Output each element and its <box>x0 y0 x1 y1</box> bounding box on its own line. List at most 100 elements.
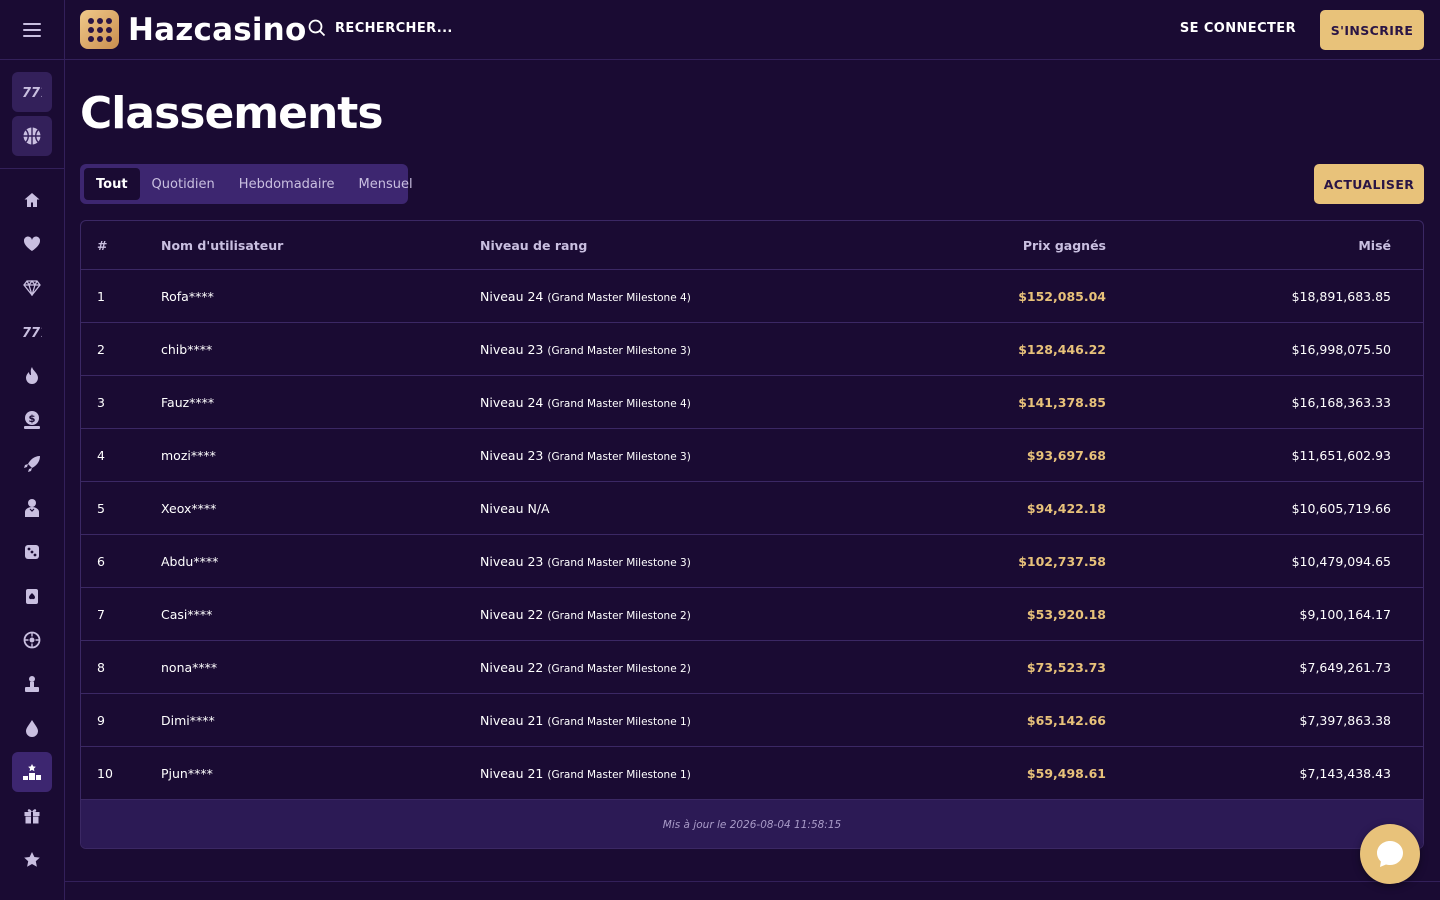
sidebar-item-hot[interactable] <box>12 356 52 396</box>
wagered-cell: $16,998,075.50 <box>1291 341 1391 357</box>
level-value: Niveau N/A <box>480 500 550 516</box>
column-rank[interactable]: # <box>81 238 161 253</box>
home-icon <box>23 191 41 209</box>
menu-button[interactable] <box>0 0 64 60</box>
period-tabs: Tout Quotidien Hebdomadaire Mensuel <box>80 164 413 204</box>
casino-category-button[interactable]: 777 <box>12 72 52 112</box>
live-chat-button[interactable] <box>1360 824 1420 884</box>
table-row: 8 nona**** Niveau 22 (Grand Master Miles… <box>81 641 1423 694</box>
rank-cell: 9 <box>97 712 105 728</box>
prize-cell: $59,498.61 <box>1026 765 1106 781</box>
level-value: Niveau 23 <box>480 447 544 463</box>
brand-logo[interactable]: Hazcasino <box>80 10 306 49</box>
wagered-cell: $9,100,164.17 <box>1299 606 1391 622</box>
level-cell: Niveau N/A <box>480 501 810 516</box>
table-row: 5 Xeox**** Niveau N/A $94,422.18 $10,605… <box>81 482 1423 535</box>
level-milestone: (Grand Master Milestone 3) <box>547 450 691 463</box>
dice-icon <box>23 543 41 561</box>
sidebar-item-home[interactable] <box>12 180 52 220</box>
username-cell: Fauz**** <box>161 394 215 410</box>
level-milestone: (Grand Master Milestone 3) <box>547 556 691 569</box>
level-cell: Niveau 23 (Grand Master Milestone 3) <box>480 342 810 357</box>
sidebar-item-rewards[interactable] <box>12 840 52 880</box>
slots-icon: 777 <box>22 325 42 339</box>
slots-icon: 777 <box>22 85 42 99</box>
signup-button[interactable]: S'INSCRIRE <box>1320 10 1424 50</box>
wagered-cell: $7,397,863.38 <box>1299 712 1391 728</box>
sidebar-item-crash[interactable] <box>12 444 52 484</box>
svg-text:777: 777 <box>22 86 42 99</box>
table-row: 10 Pjun**** Niveau 21 (Grand Master Mile… <box>81 747 1423 800</box>
table-row: 4 mozi**** Niveau 23 (Grand Master Miles… <box>81 429 1423 482</box>
prize-cell: $152,085.04 <box>1018 288 1106 304</box>
rank-cell: 7 <box>97 606 105 622</box>
username-cell: Abdu**** <box>161 553 219 569</box>
rank-cell: 5 <box>97 500 105 516</box>
level-cell: Niveau 24 (Grand Master Milestone 4) <box>480 395 810 410</box>
sidebar-divider <box>0 168 64 169</box>
prize-cell: $141,378.85 <box>1018 394 1106 410</box>
column-username[interactable]: Nom d'utilisateur <box>161 238 480 253</box>
tab-all[interactable]: Tout <box>84 168 140 200</box>
leaderboard-table: # Nom d'utilisateur Niveau de rang Prix … <box>80 220 1424 849</box>
table-row: 3 Fauz**** Niveau 24 (Grand Master Miles… <box>81 376 1423 429</box>
column-prizes-won[interactable]: Prix gagnés <box>810 238 1106 253</box>
search-button[interactable]: RECHERCHER... <box>308 19 453 37</box>
table-row: 9 Dimi**** Niveau 21 (Grand Master Miles… <box>81 694 1423 747</box>
rank-cell: 2 <box>97 341 105 357</box>
refresh-button[interactable]: ACTUALISER <box>1314 164 1424 204</box>
table-header: # Nom d'utilisateur Niveau de rang Prix … <box>81 221 1423 270</box>
level-cell: Niveau 22 (Grand Master Milestone 2) <box>480 607 810 622</box>
sidebar-item-promotions[interactable] <box>12 796 52 836</box>
sidebar-item-originals[interactable] <box>12 708 52 748</box>
tab-weekly[interactable]: Hebdomadaire <box>227 168 347 200</box>
column-rank-level[interactable]: Niveau de rang <box>480 238 810 253</box>
sports-category-button[interactable] <box>12 116 52 156</box>
wagered-cell: $10,479,094.65 <box>1291 553 1391 569</box>
level-milestone: (Grand Master Milestone 4) <box>547 291 691 304</box>
username-cell: mozi**** <box>161 447 216 463</box>
rank-cell: 4 <box>97 447 105 463</box>
podium-figure-icon <box>23 675 41 693</box>
last-updated-footer: Mis à jour le 2026-08-04 11:58:15 <box>81 800 1423 848</box>
column-wagered[interactable]: Misé <box>1106 238 1407 253</box>
tab-daily[interactable]: Quotidien <box>140 168 227 200</box>
level-cell: Niveau 21 (Grand Master Milestone 1) <box>480 766 810 781</box>
sidebar-item-vip[interactable] <box>12 268 52 308</box>
prize-cell: $65,142.66 <box>1026 712 1106 728</box>
level-milestone: (Grand Master Milestone 4) <box>547 397 691 410</box>
rank-cell: 1 <box>97 288 105 304</box>
svg-text:$: $ <box>29 414 36 425</box>
login-button[interactable]: SE CONNECTER <box>1180 21 1296 36</box>
sidebar: 777 777 <box>0 0 65 900</box>
search-icon <box>308 19 326 37</box>
username-cell: Xeox**** <box>161 500 217 516</box>
prize-cell: $53,920.18 <box>1026 606 1106 622</box>
level-value: Niveau 22 <box>480 659 544 675</box>
level-value: Niveau 24 <box>480 288 544 304</box>
prize-cell: $102,737.58 <box>1018 553 1106 569</box>
diamond-icon <box>23 280 41 296</box>
username-cell: chib**** <box>161 341 213 357</box>
sidebar-item-table-games[interactable] <box>12 532 52 572</box>
sports-icon <box>22 126 42 146</box>
tab-monthly[interactable]: Mensuel <box>347 168 425 200</box>
level-milestone: (Grand Master Milestone 3) <box>547 344 691 357</box>
table-row: 7 Casi**** Niveau 22 (Grand Master Miles… <box>81 588 1423 641</box>
sidebar-item-slots[interactable]: 777 <box>12 312 52 352</box>
svg-text:777: 777 <box>22 326 42 339</box>
wagered-cell: $18,891,683.85 <box>1291 288 1391 304</box>
sidebar-item-leaderboards[interactable] <box>12 752 52 792</box>
rocket-icon <box>23 455 41 473</box>
sidebar-item-live-casino[interactable] <box>12 488 52 528</box>
top-header: Hazcasino RECHERCHER... SE CONNECTER S'I… <box>65 0 1440 60</box>
sidebar-item-roulette[interactable] <box>12 620 52 660</box>
sidebar-item-game-shows[interactable] <box>12 664 52 704</box>
sidebar-item-favorites[interactable] <box>12 224 52 264</box>
level-value: Niveau 21 <box>480 712 544 728</box>
sidebar-item-jackpots[interactable]: $ <box>12 400 52 440</box>
level-value: Niveau 24 <box>480 394 544 410</box>
level-value: Niveau 23 <box>480 341 544 357</box>
sidebar-item-blackjack[interactable] <box>12 576 52 616</box>
dice-logo-icon <box>80 10 119 49</box>
